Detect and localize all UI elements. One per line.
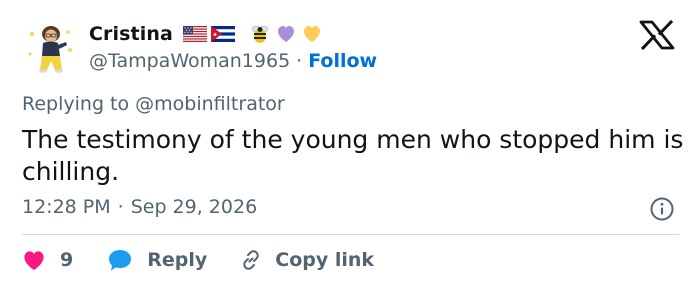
yellow-heart-icon bbox=[303, 26, 320, 42]
x-logo-icon[interactable] bbox=[638, 20, 676, 50]
avatar-illustration bbox=[22, 20, 78, 76]
tweet-card: Cristina @TampaWoman1965 · Follow Replyi… bbox=[0, 0, 700, 287]
like-count: 9 bbox=[60, 249, 74, 271]
bee-icon bbox=[251, 25, 269, 43]
name-emojis bbox=[182, 23, 323, 45]
tweet-text: The testimony of the young men who stopp… bbox=[22, 125, 684, 186]
follow-button[interactable]: Follow bbox=[308, 50, 377, 72]
action-bar: 9 Reply Copy link bbox=[22, 246, 374, 274]
copy-link-button[interactable]: Copy link bbox=[239, 248, 374, 272]
avatar[interactable] bbox=[22, 20, 78, 76]
tweet-timestamp[interactable]: 12:28 PM · Sep 29, 2026 bbox=[22, 196, 257, 218]
handle-row: @TampaWoman1965 · Follow bbox=[89, 48, 377, 74]
copy-link-label: Copy link bbox=[275, 249, 375, 271]
cuba-flag-icon bbox=[210, 26, 235, 42]
handle-separator: · bbox=[296, 50, 303, 72]
purple-heart-icon bbox=[277, 26, 294, 42]
reply-mention[interactable]: @mobinfiltrator bbox=[135, 93, 285, 115]
display-name-row: Cristina bbox=[89, 20, 323, 48]
reply-button[interactable]: Reply bbox=[107, 248, 207, 272]
display-name[interactable]: Cristina bbox=[89, 23, 173, 45]
tweet-date: Sep 29, 2026 bbox=[130, 196, 258, 218]
reply-context: Replying to @mobinfiltrator bbox=[22, 93, 285, 115]
reply-label: Reply bbox=[147, 249, 208, 271]
divider bbox=[22, 234, 679, 235]
timestamp-separator: · bbox=[117, 196, 124, 218]
reply-context-prefix: Replying to bbox=[22, 93, 130, 115]
us-flag-icon bbox=[182, 26, 207, 42]
speech-bubble-icon bbox=[109, 250, 132, 271]
user-handle[interactable]: @TampaWoman1965 bbox=[89, 50, 290, 72]
heart-icon bbox=[24, 251, 44, 270]
link-icon bbox=[243, 250, 260, 270]
tweet-time: 12:28 PM bbox=[22, 196, 111, 218]
info-icon[interactable] bbox=[649, 196, 675, 222]
like-button[interactable]: 9 bbox=[22, 249, 73, 271]
